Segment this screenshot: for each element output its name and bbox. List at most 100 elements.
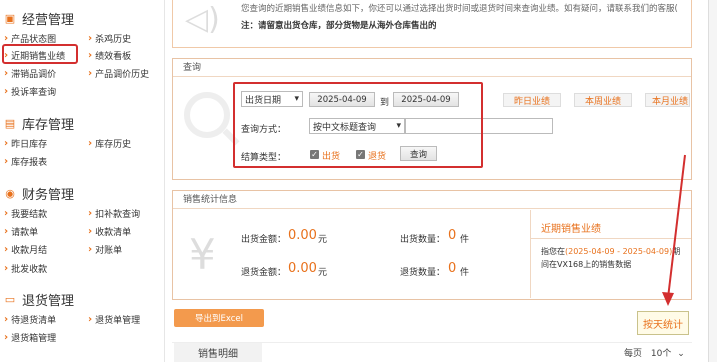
sidebar-item-label: 待退货清单 (11, 315, 57, 326)
chevron-right-icon: › (4, 207, 9, 219)
chevron-down-icon: ⌄ (677, 349, 685, 359)
sidebar-item-label: 请款单 (11, 227, 39, 238)
coin-icon: ◉ (5, 186, 15, 200)
info-pre: 指您在 (541, 247, 565, 256)
section-title: 库存管理 (22, 117, 75, 133)
section-header-returns[interactable]: ▭ 退货管理 (0, 289, 74, 309)
sidebar-item-label: 退货单管理 (95, 315, 141, 326)
section-title: 退货管理 (22, 293, 75, 309)
ship-amount-label: 出货金额： (241, 235, 287, 245)
warehouse-icon: ▤ (4, 116, 16, 130)
sidebar-item-label: 收款月结 (11, 245, 48, 256)
sidebar-item-stock-history[interactable]: › 库存历史 (88, 136, 131, 150)
sidebar-item-label: 昨日库存 (11, 139, 48, 150)
per-page-value: 10个 (650, 349, 672, 359)
sidebar-item-label: 批发收款 (11, 264, 48, 275)
sidebar-item-label: 退货箱管理 (11, 333, 57, 344)
return-qty-value: 0 (448, 261, 457, 276)
chevron-right-icon: › (4, 67, 9, 79)
sidebar-item-label: 杀鸡历史 (95, 34, 132, 45)
info-title: 近期销售业绩 (541, 224, 601, 235)
sidebar-item-label: 我要结款 (11, 209, 48, 220)
sidebar-item-label: 绩效看板 (95, 51, 132, 62)
ship-qty-label: 出货数量： (400, 235, 446, 245)
notice-panel: ◁) 您查询的近期销售业绩信息如下，你还可以通过选择出货时间或退货时间来查询业绩… (172, 0, 692, 48)
sidebar-item-price-history[interactable]: › 产品调价历史 (88, 66, 149, 80)
sidebar-item-return-boxes[interactable]: › 退货箱管理 (4, 330, 56, 344)
section-title: 财务管理 (22, 187, 75, 203)
this-month-sales-button[interactable]: 本月业绩 (645, 93, 690, 107)
ship-qty-unit: 件 (460, 235, 470, 245)
sidebar-item-slow-moving-price[interactable]: › 滞销品调价 (4, 66, 56, 80)
return-qty-label: 退货数量： (400, 268, 446, 278)
sidebar-item-label: 投诉率查询 (11, 87, 57, 98)
notice-note: 注：请留意出货仓库，部分货物是从海外仓库售出的 (241, 21, 437, 31)
sidebar-item-label: 滞销品调价 (11, 69, 57, 80)
sidebar-item-monthly[interactable]: › 收款月结 (4, 242, 47, 256)
return-amount-unit: 元 (318, 268, 328, 278)
sidebar-item-label: 库存报表 (11, 157, 48, 168)
sidebar-item-label: 产品状态图 (11, 34, 57, 45)
chevron-right-icon: › (88, 67, 93, 79)
chevron-right-icon: › (4, 137, 9, 149)
sidebar-item-complaint-rate[interactable]: › 投诉率查询 (4, 84, 56, 98)
sidebar-item-request[interactable]: › 请款单 (4, 224, 38, 238)
sidebar-item-label: 对账单 (95, 245, 123, 256)
chevron-right-icon: › (4, 331, 9, 343)
sidebar-item-performance[interactable]: › 绩效看板 (88, 48, 131, 62)
sidebar-item-kill-history[interactable]: › 杀鸡历史 (88, 31, 131, 45)
chevron-right-icon: › (88, 137, 93, 149)
ship-amount-unit: 元 (318, 235, 328, 245)
chevron-right-icon: › (88, 49, 93, 61)
sidebar-item-label: 收款清单 (95, 227, 132, 238)
highlight-box (233, 82, 483, 168)
chevron-right-icon: › (88, 225, 93, 237)
this-week-sales-button[interactable]: 本周业绩 (574, 93, 632, 107)
chevron-right-icon: › (4, 32, 9, 44)
chevron-right-icon: › (4, 155, 9, 167)
ship-qty-value: 0 (448, 228, 457, 243)
info-range: (2025-04-09 - 2025-04-09) (565, 247, 673, 256)
return-qty-unit: 件 (460, 268, 470, 278)
sidebar-item-pending-returns[interactable]: › 待退货清单 (4, 312, 56, 326)
chevron-right-icon: › (4, 262, 9, 274)
info-desc: 指您在(2025-04-09 - 2025-04-09)期间在VX168上的销售… (541, 245, 686, 271)
daily-stats-button[interactable]: 按天统计 (637, 311, 689, 335)
tab-sales-detail[interactable]: 销售明细 (174, 343, 262, 362)
sidebar-item-return-orders[interactable]: › 退货单管理 (88, 312, 140, 326)
export-excel-button[interactable]: 导出到Excel (174, 309, 264, 327)
query-header: 查询 (173, 59, 691, 77)
return-amount-value: 0.00 (288, 261, 317, 276)
sidebar-item-wholesale[interactable]: › 批发收款 (4, 261, 47, 275)
scrollbar[interactable] (708, 0, 717, 362)
notice-text: 您查询的近期销售业绩信息如下，你还可以通过选择出货时间或退货时间来查询业绩。如有… (241, 4, 678, 14)
section-header-finance[interactable]: ◉ 财务管理 (0, 183, 74, 203)
sidebar-item-statement[interactable]: › 对账单 (88, 242, 122, 256)
section-header-inventory[interactable]: ▤ 库存管理 (0, 113, 74, 133)
return-icon: ▭ (4, 292, 16, 306)
sidebar-item-deduction[interactable]: › 扣补款查询 (88, 206, 140, 220)
sidebar-item-settle[interactable]: › 我要结款 (4, 206, 47, 220)
sidebar-item-product-status[interactable]: › 产品状态图 (4, 31, 56, 45)
stats-header: 销售统计信息 (173, 191, 691, 209)
sidebar-item-label: 扣补款查询 (95, 209, 141, 220)
chevron-right-icon: › (88, 207, 93, 219)
chevron-right-icon: › (88, 32, 93, 44)
sidebar-item-yesterday-stock[interactable]: › 昨日库存 (4, 136, 47, 150)
section-header-operations[interactable]: ▣ 经营管理 (0, 8, 74, 28)
yesterday-sales-button[interactable]: 昨日业绩 (503, 93, 561, 107)
sidebar-item-receipts[interactable]: › 收款清单 (88, 224, 131, 238)
ship-amount-value: 0.00 (288, 228, 317, 243)
highlight-box (2, 44, 78, 64)
chevron-right-icon: › (4, 243, 9, 255)
per-page-label: 每页 (624, 349, 643, 359)
chevron-right-icon: › (88, 243, 93, 255)
chevron-right-icon: › (88, 313, 93, 325)
chevron-right-icon: › (4, 313, 9, 325)
speaker-icon: ◁) (185, 2, 220, 37)
sidebar-item-label: 库存历史 (95, 139, 132, 150)
chevron-right-icon: › (4, 225, 9, 237)
sidebar-item-stock-report[interactable]: › 库存报表 (4, 154, 47, 168)
yen-icon: ¥ (189, 230, 216, 279)
per-page-select[interactable]: 每页 10个 ⌄ (624, 346, 685, 359)
